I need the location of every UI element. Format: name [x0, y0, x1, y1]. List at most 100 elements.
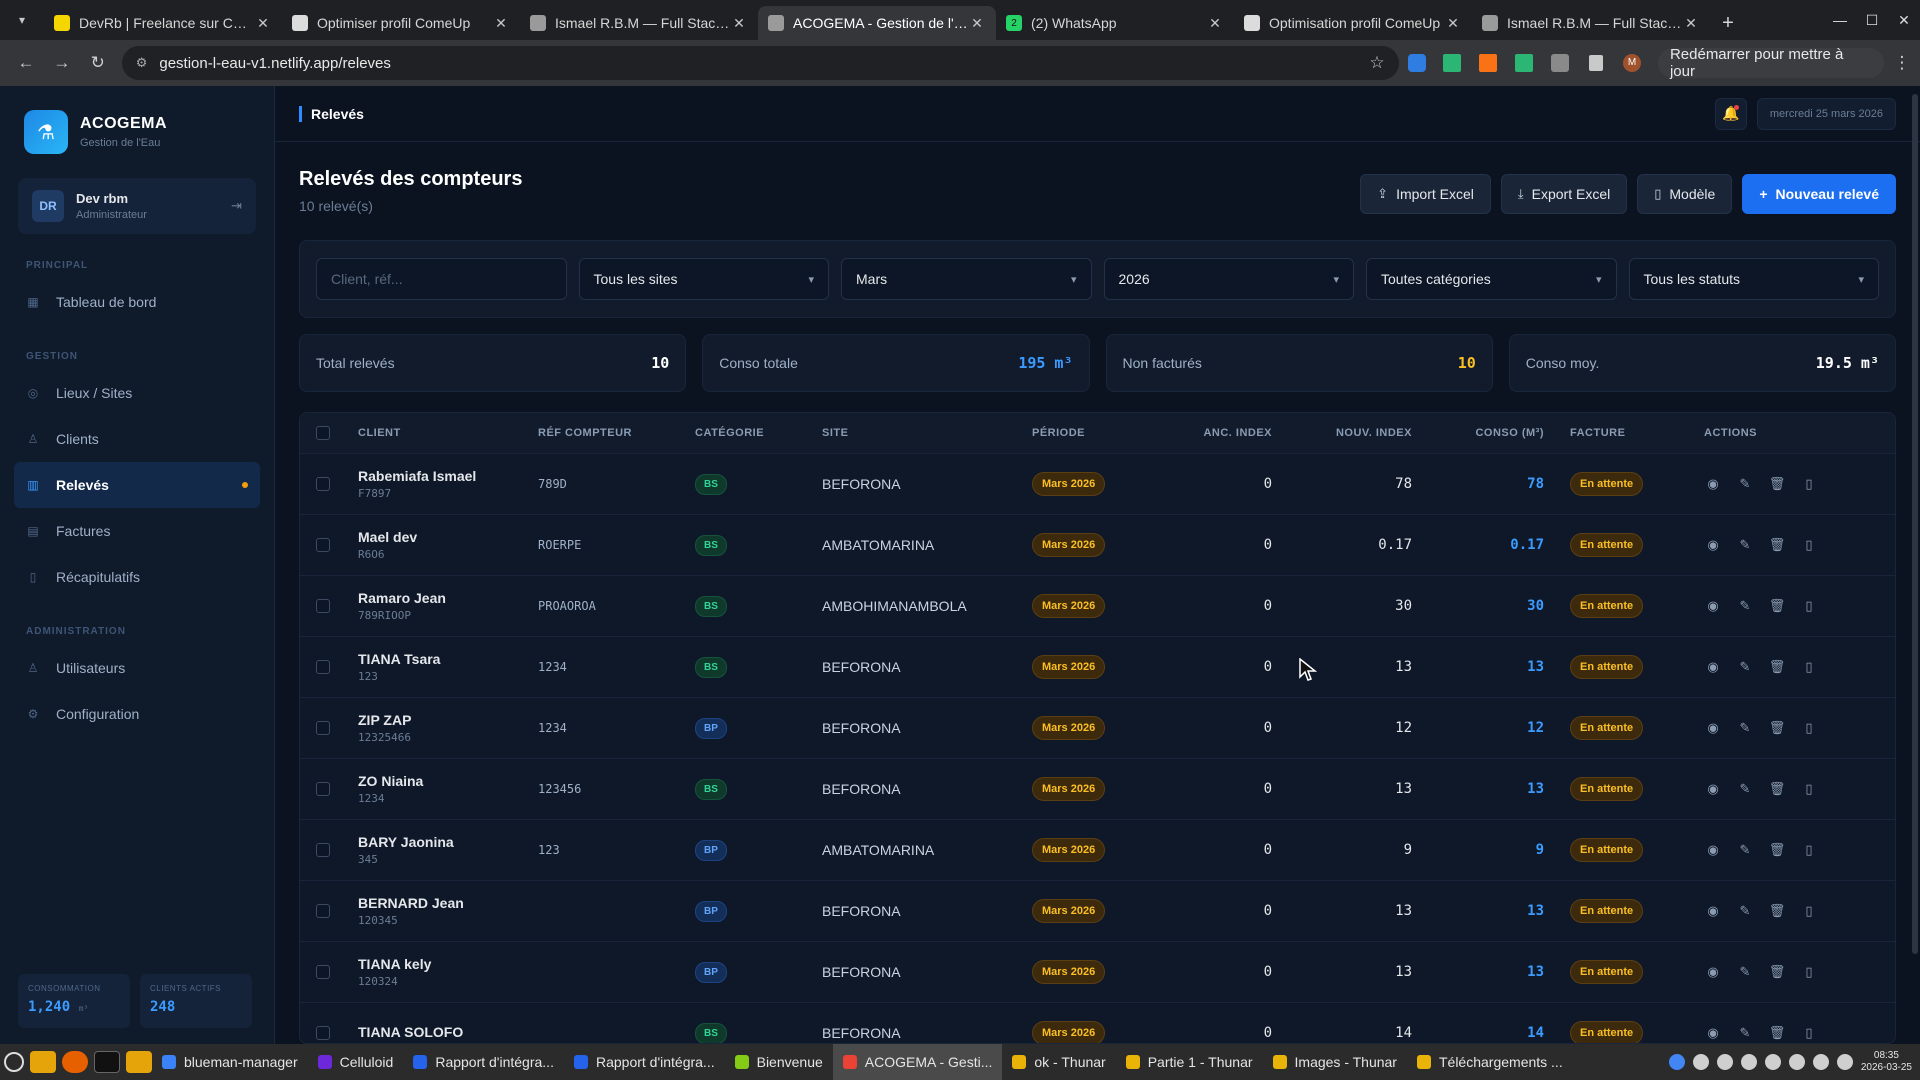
- trash-icon[interactable]: 🗑: [1768, 475, 1786, 493]
- row-checkbox[interactable]: [316, 660, 330, 674]
- trash-icon[interactable]: 🗑: [1768, 536, 1786, 554]
- month-select[interactable]: Mars ▾: [841, 258, 1092, 300]
- edit-icon[interactable]: ✎: [1736, 719, 1754, 737]
- tab-close-icon[interactable]: ✕: [1206, 15, 1224, 32]
- document-icon[interactable]: ▯: [1800, 597, 1818, 615]
- edit-icon[interactable]: ✎: [1736, 963, 1754, 981]
- edit-icon[interactable]: ✎: [1736, 597, 1754, 615]
- clock[interactable]: 08:35 2026-03-25: [1861, 1050, 1912, 1074]
- edit-icon[interactable]: ✎: [1736, 1024, 1754, 1042]
- site-info-icon[interactable]: ⚙: [136, 55, 148, 71]
- network-tray-icon[interactable]: [1764, 1054, 1781, 1070]
- shield-tray-icon[interactable]: [1740, 1054, 1757, 1070]
- sidebar-item-factures[interactable]: ▤ Factures: [14, 508, 260, 554]
- extension-icon-4[interactable]: [1506, 54, 1542, 72]
- select-all-checkbox[interactable]: [316, 426, 330, 440]
- search-input[interactable]: Client, réf...: [316, 258, 567, 300]
- edit-icon[interactable]: ✎: [1736, 658, 1754, 676]
- document-icon[interactable]: ▯: [1800, 658, 1818, 676]
- tab-close-icon[interactable]: ✕: [730, 15, 748, 32]
- close-window-button[interactable]: ✕: [1888, 12, 1920, 29]
- trash-icon[interactable]: 🗑: [1768, 597, 1786, 615]
- table-row[interactable]: TIANA kely 120324 BP BEFORONA Mars 2026 0 13 13…: [300, 941, 1895, 1002]
- table-row[interactable]: Rabemiafa Ismael F7897 789D BS BEFORONA Mars …: [300, 453, 1895, 514]
- row-checkbox[interactable]: [316, 477, 330, 491]
- trash-icon[interactable]: 🗑: [1768, 902, 1786, 920]
- eye-icon[interactable]: ◉: [1704, 719, 1722, 737]
- notifications-tray-icon[interactable]: [1716, 1054, 1733, 1070]
- eye-icon[interactable]: ◉: [1704, 536, 1722, 554]
- document-icon[interactable]: ▯: [1800, 536, 1818, 554]
- site-select[interactable]: Tous les sites ▾: [578, 258, 829, 300]
- trash-icon[interactable]: 🗑: [1768, 963, 1786, 981]
- new-reading-button[interactable]: + Nouveau relevé: [1742, 174, 1896, 214]
- taskbar-item[interactable]: Images - Thunar: [1263, 1044, 1407, 1080]
- minimize-button[interactable]: —: [1824, 12, 1856, 28]
- browser-tab[interactable]: ACOGEMA - Gestion de l'Eau ✕: [758, 6, 996, 40]
- table-row[interactable]: BERNARD Jean 120345 BP BEFORONA Mars 2026 0 13…: [300, 880, 1895, 941]
- export-excel-button[interactable]: ⤓ Export Excel: [1500, 174, 1628, 214]
- reload-icon[interactable]: ↻: [80, 53, 116, 73]
- terminal-icon[interactable]: [94, 1051, 120, 1073]
- edit-icon[interactable]: ✎: [1736, 475, 1754, 493]
- forward-icon[interactable]: →: [44, 53, 80, 73]
- eye-icon[interactable]: ◉: [1704, 841, 1722, 859]
- row-checkbox[interactable]: [316, 599, 330, 613]
- trash-icon[interactable]: 🗑: [1768, 841, 1786, 859]
- row-checkbox[interactable]: [316, 843, 330, 857]
- sidebar-item-clients[interactable]: ♙ Clients: [14, 416, 260, 462]
- sidebar-item-lieux[interactable]: ◎ Lieux / Sites: [14, 370, 260, 416]
- restart-update-button[interactable]: Redémarrer pour mettre à jour: [1657, 46, 1885, 80]
- taskbar-item[interactable]: Rapport d'intégra...: [403, 1044, 564, 1080]
- browser-tab[interactable]: DevRb | Freelance sur ComeUp✕: [44, 6, 282, 40]
- table-row[interactable]: Mael dev R6O6 ROERPE BS AMBATOMARINA Mars 202…: [300, 514, 1895, 575]
- trash-icon[interactable]: 🗑: [1768, 780, 1786, 798]
- table-row[interactable]: ZIP ZAP 12325466 1234 BP BEFORONA Mars 2026 0 1…: [300, 697, 1895, 758]
- taskbar-item[interactable]: Rapport d'intégra...: [564, 1044, 725, 1080]
- browser-menu-icon[interactable]: ⋮: [1884, 53, 1920, 73]
- sidebar-item-releves[interactable]: ▥ Relevés: [14, 462, 260, 508]
- logout-icon[interactable]: ⇥: [231, 198, 242, 214]
- trash-icon[interactable]: 🗑: [1768, 1024, 1786, 1042]
- browser-tab[interactable]: Optimisation profil ComeUp ✕: [1234, 6, 1472, 40]
- extension-icon-3[interactable]: [1470, 54, 1506, 72]
- document-icon[interactable]: ▯: [1800, 719, 1818, 737]
- tab-close-icon[interactable]: ✕: [1682, 15, 1700, 32]
- files-icon[interactable]: [30, 1051, 56, 1073]
- wifi-icon[interactable]: [1788, 1054, 1805, 1070]
- table-row[interactable]: ZO Niaina 1234 123456 BS BEFORONA Mars 2026 0 1…: [300, 758, 1895, 819]
- document-icon[interactable]: ▯: [1800, 963, 1818, 981]
- browser-tab[interactable]: Ismael R.B.M — Full Stack Dev✕: [520, 6, 758, 40]
- download-icon[interactable]: [1578, 55, 1614, 71]
- chrome-tray-icon[interactable]: [1668, 1054, 1685, 1070]
- bluetooth-tray-icon[interactable]: [1692, 1054, 1709, 1070]
- eye-icon[interactable]: ◉: [1704, 658, 1722, 676]
- trash-icon[interactable]: 🗑: [1768, 658, 1786, 676]
- browser-tab[interactable]: Optimiser profil ComeUp ✕: [282, 6, 520, 40]
- sidebar-item-dashboard[interactable]: ▦ Tableau de bord: [14, 279, 260, 325]
- table-row[interactable]: BARY Jaonina 345 123 BP AMBATOMARINA Mars 202…: [300, 819, 1895, 880]
- edit-icon[interactable]: ✎: [1736, 536, 1754, 554]
- document-icon[interactable]: ▯: [1800, 780, 1818, 798]
- eye-icon[interactable]: ◉: [1704, 475, 1722, 493]
- row-checkbox[interactable]: [316, 1026, 330, 1040]
- profile-avatar[interactable]: M: [1614, 54, 1650, 72]
- document-icon[interactable]: ▯: [1800, 475, 1818, 493]
- back-icon[interactable]: ←: [8, 53, 44, 73]
- sidebar-item-utilisateurs[interactable]: ♙ Utilisateurs: [14, 645, 260, 691]
- extension-icon-2[interactable]: [1435, 54, 1471, 72]
- bell-icon[interactable]: 🔔: [1714, 97, 1747, 130]
- year-select[interactable]: 2026 ▾: [1103, 258, 1354, 300]
- status-select[interactable]: Tous les statuts ▾: [1628, 258, 1879, 300]
- document-icon[interactable]: ▯: [1800, 841, 1818, 859]
- page-scrollbar[interactable]: [1912, 94, 1918, 954]
- firefox-icon[interactable]: [62, 1051, 88, 1073]
- extensions-puzzle-icon[interactable]: [1542, 54, 1578, 72]
- taskbar-item[interactable]: ok - Thunar: [1002, 1044, 1115, 1080]
- eye-icon[interactable]: ◉: [1704, 1024, 1722, 1042]
- battery-icon[interactable]: [1812, 1054, 1829, 1070]
- eye-icon[interactable]: ◉: [1704, 597, 1722, 615]
- taskbar-item[interactable]: Partie 1 - Thunar: [1116, 1044, 1263, 1080]
- start-menu-icon[interactable]: [4, 1052, 24, 1072]
- tab-close-icon[interactable]: ✕: [968, 15, 986, 32]
